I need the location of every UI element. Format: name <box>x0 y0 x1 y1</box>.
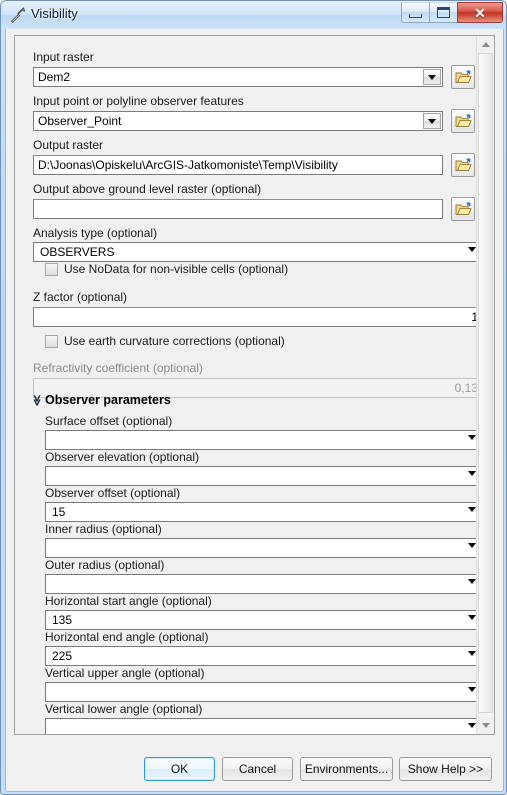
chevron-down-icon[interactable] <box>423 113 441 129</box>
chevron-double-up-icon[interactable]: ≪ <box>30 395 43 407</box>
observer-features-value: Observer_Point <box>38 114 122 128</box>
scroll-down-arrow-icon <box>481 723 490 728</box>
restore-button[interactable] <box>429 2 458 23</box>
horizontal-end-angle-combo[interactable]: 225 <box>45 646 483 666</box>
observer-features-label: Input point or polyline observer feature… <box>33 94 244 108</box>
input-raster-combo[interactable]: Dem2 <box>33 67 443 87</box>
use-earth-curvature-checkbox[interactable] <box>45 334 58 348</box>
title-bar[interactable]: Visibility ✕ <box>1 1 506 29</box>
surface-offset-combo[interactable] <box>45 430 483 450</box>
observer-elevation-label: Observer elevation (optional) <box>45 450 200 464</box>
observer-parameters-section-title[interactable]: Observer parameters <box>45 393 171 407</box>
chevron-down-icon[interactable] <box>468 615 476 629</box>
analysis-type-value: OBSERVERS <box>40 245 115 259</box>
chevron-down-icon[interactable] <box>468 507 476 521</box>
vertical-lower-angle-combo[interactable] <box>45 718 483 734</box>
show-help-button[interactable]: Show Help >> <box>399 757 492 781</box>
open-folder-icon <box>455 202 472 215</box>
restore-icon <box>437 7 450 18</box>
window-controls: ✕ <box>401 2 503 24</box>
window-title: Visibility <box>31 6 78 21</box>
close-icon: ✕ <box>474 4 486 21</box>
vertical-upper-angle-combo[interactable] <box>45 682 483 702</box>
use-earth-curvature-label: Use earth curvature corrections (optiona… <box>64 334 285 348</box>
use-nodata-checkbox-row[interactable]: Use NoData for non-visible cells (option… <box>45 262 288 276</box>
parameter-panel: Input raster Dem2 Input point or polylin… <box>14 35 495 735</box>
output-raster-input[interactable]: D:\Joonas\Opiskelu\ArcGIS-Jatkomoniste\T… <box>33 155 443 175</box>
chevron-down-icon[interactable] <box>468 247 476 261</box>
open-folder-icon <box>455 114 472 127</box>
ok-button[interactable]: OK <box>144 757 215 781</box>
hammer-tool-icon <box>10 7 25 23</box>
observer-features-combo[interactable]: Observer_Point <box>33 111 443 131</box>
analysis-type-combo[interactable]: OBSERVERS <box>33 242 483 262</box>
scroll-up-arrow-icon <box>481 42 490 47</box>
open-folder-icon <box>455 158 472 171</box>
cancel-button[interactable]: Cancel <box>222 757 293 781</box>
observer-offset-value: 15 <box>52 505 66 519</box>
use-nodata-label: Use NoData for non-visible cells (option… <box>64 262 289 276</box>
outer-radius-combo[interactable] <box>45 574 483 594</box>
surface-offset-label: Surface offset (optional) <box>45 414 173 428</box>
open-folder-icon <box>455 70 472 83</box>
chevron-down-icon[interactable] <box>468 723 476 734</box>
close-button[interactable]: ✕ <box>457 2 503 23</box>
scrollbar-up-button[interactable] <box>477 36 494 53</box>
outer-radius-label: Outer radius (optional) <box>45 558 165 572</box>
minimize-icon <box>409 13 422 18</box>
dialog-button-bar: OK Cancel Environments... Show Help >> <box>6 757 503 783</box>
chevron-down-icon[interactable] <box>423 69 441 85</box>
chevron-down-icon[interactable] <box>468 435 476 449</box>
input-raster-value: Dem2 <box>38 70 71 84</box>
chevron-down-icon[interactable] <box>468 471 476 485</box>
output-agl-raster-label: Output above ground level raster (option… <box>33 182 262 196</box>
chevron-down-icon[interactable] <box>468 579 476 593</box>
z-factor-label: Z factor (optional) <box>33 290 128 304</box>
environments-button[interactable]: Environments... <box>300 757 393 781</box>
analysis-type-label: Analysis type (optional) <box>33 226 158 240</box>
visibility-dialog-window: Visibility ✕ Input raster Dem2 Input poi… <box>0 0 507 795</box>
input-raster-browse-button[interactable] <box>451 65 475 89</box>
panel-scrollbar[interactable] <box>476 36 494 734</box>
minimize-button[interactable] <box>401 2 430 23</box>
refractivity-coefficient-label: Refractivity coefficient (optional) <box>33 361 203 375</box>
observer-features-browse-button[interactable] <box>451 109 475 133</box>
observer-offset-label: Observer offset (optional) <box>45 486 181 500</box>
observer-offset-combo[interactable]: 15 <box>45 502 483 522</box>
output-raster-label: Output raster <box>33 138 104 152</box>
vertical-upper-angle-label: Vertical upper angle (optional) <box>45 666 205 680</box>
parameter-list: Input raster Dem2 Input point or polylin… <box>15 36 483 734</box>
scrollbar-track[interactable] <box>477 53 494 717</box>
output-agl-raster-browse-button[interactable] <box>451 197 475 221</box>
output-agl-raster-input[interactable] <box>33 199 443 219</box>
z-factor-input[interactable]: 1 <box>33 307 483 327</box>
dialog-client-area: Input raster Dem2 Input point or polylin… <box>5 29 504 792</box>
chevron-down-icon[interactable] <box>468 651 476 665</box>
use-nodata-checkbox[interactable] <box>45 262 58 276</box>
horizontal-end-angle-value: 225 <box>52 649 73 663</box>
input-raster-label: Input raster <box>33 50 94 64</box>
chevron-down-icon[interactable] <box>468 687 476 701</box>
horizontal-end-angle-label: Horizontal end angle (optional) <box>45 630 209 644</box>
inner-radius-combo[interactable] <box>45 538 483 558</box>
observer-elevation-combo[interactable] <box>45 466 483 486</box>
use-earth-curvature-checkbox-row[interactable]: Use earth curvature corrections (optiona… <box>45 334 285 348</box>
horizontal-start-angle-label: Horizontal start angle (optional) <box>45 594 212 608</box>
horizontal-start-angle-value: 135 <box>52 613 73 627</box>
output-raster-browse-button[interactable] <box>451 153 475 177</box>
horizontal-start-angle-combo[interactable]: 135 <box>45 610 483 630</box>
vertical-lower-angle-label: Vertical lower angle (optional) <box>45 702 203 716</box>
scrollbar-down-button[interactable] <box>477 717 494 734</box>
chevron-down-icon[interactable] <box>468 543 476 557</box>
inner-radius-label: Inner radius (optional) <box>45 522 162 536</box>
scrollbar-thumb[interactable] <box>478 53 493 713</box>
